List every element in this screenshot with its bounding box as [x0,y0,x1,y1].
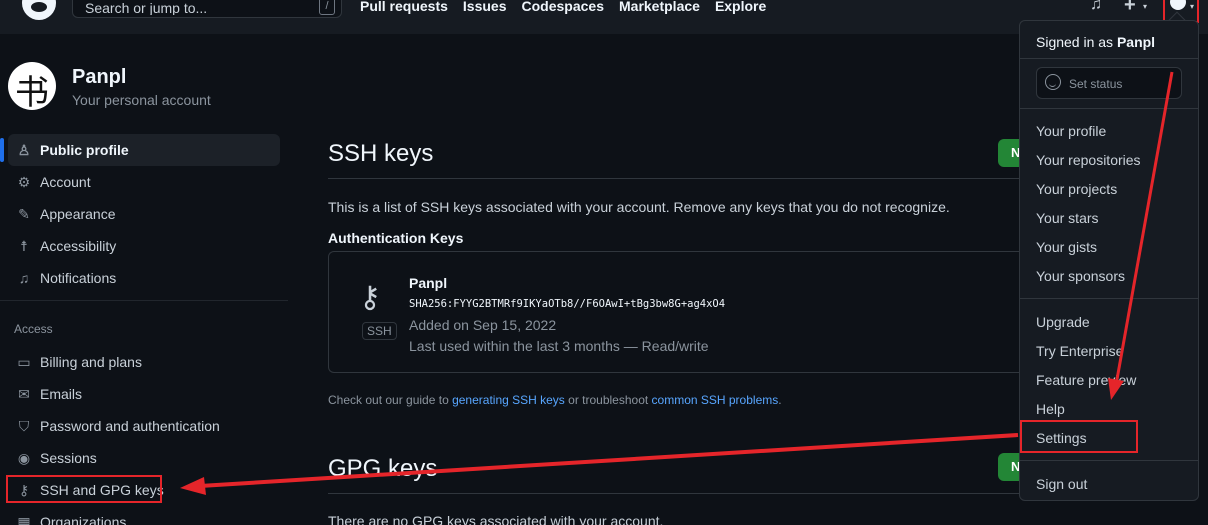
gpg-keys-title: GPG keys [328,455,438,482]
menu-your-gists[interactable]: Your gists [1036,239,1097,255]
paintbrush-icon: ✎ [18,205,30,222]
common-ssh-problems-link[interactable]: common SSH problems [652,393,779,407]
broadcast-icon: ◉ [17,449,31,466]
person-icon: ♙ [17,141,31,158]
search-shortcut-key: / [319,0,335,15]
avatar-calligraphy: 书 [15,73,49,110]
accessibility-icon: ☨ [20,237,28,254]
sidebar-item-emails[interactable]: ✉ Emails [8,378,280,410]
signed-in-username: Panpl [1116,34,1156,50]
nav-issues[interactable]: Issues [463,0,507,14]
generating-ssh-keys-link[interactable]: generating SSH keys [452,393,565,407]
dropdown-divider [1020,460,1198,461]
sidebar-divider [0,300,288,301]
dropdown-divider [1020,58,1198,59]
annotation-highlight-settings [1020,420,1138,453]
arrow-settings-to-ssh [199,433,1019,488]
sidebar-item-account[interactable]: ⚙ Account [8,166,280,198]
key-icon: ⚷ [359,281,381,314]
sidebar-item-label: Billing and plans [40,354,142,370]
sidebar-item-label: Appearance [40,206,116,222]
guide-suffix: . [778,393,782,407]
nav-codespaces[interactable]: Codespaces [522,0,604,14]
menu-your-sponsors[interactable]: Your sponsors [1036,268,1125,284]
menu-help[interactable]: Help [1036,401,1065,417]
menu-your-repositories[interactable]: Your repositories [1036,152,1141,168]
nav-pull-requests[interactable]: Pull requests [360,0,448,14]
avatar[interactable]: 书 [8,62,56,110]
table-icon: ▦ [17,513,31,525]
sidebar-item-label: Accessibility [40,238,117,254]
annotation-highlight-ssh-keys [6,475,162,503]
sidebar-item-label: Notifications [40,270,117,286]
signed-in-prefix: Signed in as [1036,34,1117,50]
nav-explore[interactable]: Explore [715,0,766,14]
set-status-label: Set status [1069,77,1123,91]
sidebar-heading-access: Access [14,322,53,336]
nav-marketplace[interactable]: Marketplace [619,0,700,14]
global-nav: Pull requests Issues Codespaces Marketpl… [360,0,766,14]
menu-sign-out[interactable]: Sign out [1036,476,1087,492]
guide-middle: or troubleshoot [564,393,652,407]
sidebar-item-label: Sessions [40,450,97,466]
sidebar-item-label: Account [40,174,91,190]
chevron-down-icon: ▾ [1143,2,1148,11]
mail-icon: ✉ [18,385,30,402]
smiley-icon [1045,74,1061,90]
sidebar-item-sessions[interactable]: ◉ Sessions [8,442,280,474]
ssh-badge: SSH [362,322,397,340]
ssh-key-title: Panpl [409,275,448,291]
menu-feature-preview[interactable]: Feature preview [1036,372,1136,388]
sidebar-item-accessibility[interactable]: ☨ Accessibility [8,230,280,262]
sidebar-item-notifications[interactable]: ♫ Notifications [8,262,280,294]
bell-icon: ♫ [18,270,30,286]
gear-icon: ⚙ [17,173,31,190]
dropdown-divider [1020,298,1198,299]
shield-lock-icon: ⛉ [18,417,30,434]
sidebar-item-public-profile[interactable]: ♙ Public profile [0,134,280,166]
menu-upgrade[interactable]: Upgrade [1036,314,1090,330]
credit-card-icon: ▭ [17,353,31,370]
sidebar-item-label: Password and authentication [40,418,220,434]
sidebar-item-appearance[interactable]: ✎ Appearance [8,198,280,230]
search-input[interactable]: Search or jump to... / [72,0,342,18]
sidebar-item-password[interactable]: ⛉ Password and authentication [8,410,280,442]
gpg-empty-text: There are no GPG keys associated with yo… [328,513,664,525]
profile-name[interactable]: Panpl [72,66,126,89]
menu-your-projects[interactable]: Your projects [1036,181,1117,197]
signed-in-label: Signed in as Panpl [1036,34,1155,50]
github-logo-icon[interactable] [22,0,56,20]
page-title: SSH keys [328,140,434,167]
profile-subtitle: Your personal account [72,92,211,108]
title-divider [328,178,1028,179]
search-placeholder: Search or jump to... [85,1,208,15]
dropdown-divider [1020,108,1198,109]
create-new-plus-icon[interactable]: + [1124,0,1136,17]
ssh-key-fingerprint: SHA256:FYYG2BTMRf9IKYaOTb8//F6OAwI+tBg3b… [409,298,726,310]
notifications-bell-icon[interactable]: ♫ [1090,0,1102,14]
ssh-key-added-date: Added on Sep 15, 2022 [409,317,557,333]
gpg-divider [328,493,1028,494]
ssh-guide-text: Check out our guide to generating SSH ke… [328,393,782,407]
sidebar-item-organizations[interactable]: ▦ Organizations [8,506,280,525]
ssh-key-last-used: Last used within the last 3 months — Rea… [409,338,709,354]
auth-keys-heading: Authentication Keys [328,230,464,246]
set-status-button[interactable]: Set status [1036,67,1182,99]
guide-prefix: Check out our guide to [328,393,453,407]
sidebar-item-billing[interactable]: ▭ Billing and plans [8,346,280,378]
menu-your-profile[interactable]: Your profile [1036,123,1106,139]
sidebar-item-label: Organizations [40,514,127,525]
sidebar-item-label: Public profile [40,142,129,158]
sidebar-item-label: Emails [40,386,83,402]
menu-try-enterprise[interactable]: Try Enterprise [1036,343,1123,359]
ssh-key-card: ⚷ SSH Panpl SHA256:FYYG2BTMRf9IKYaOTb8//… [328,251,1028,373]
menu-your-stars[interactable]: Your stars [1036,210,1099,226]
ssh-description: This is a list of SSH keys associated wi… [328,199,950,215]
